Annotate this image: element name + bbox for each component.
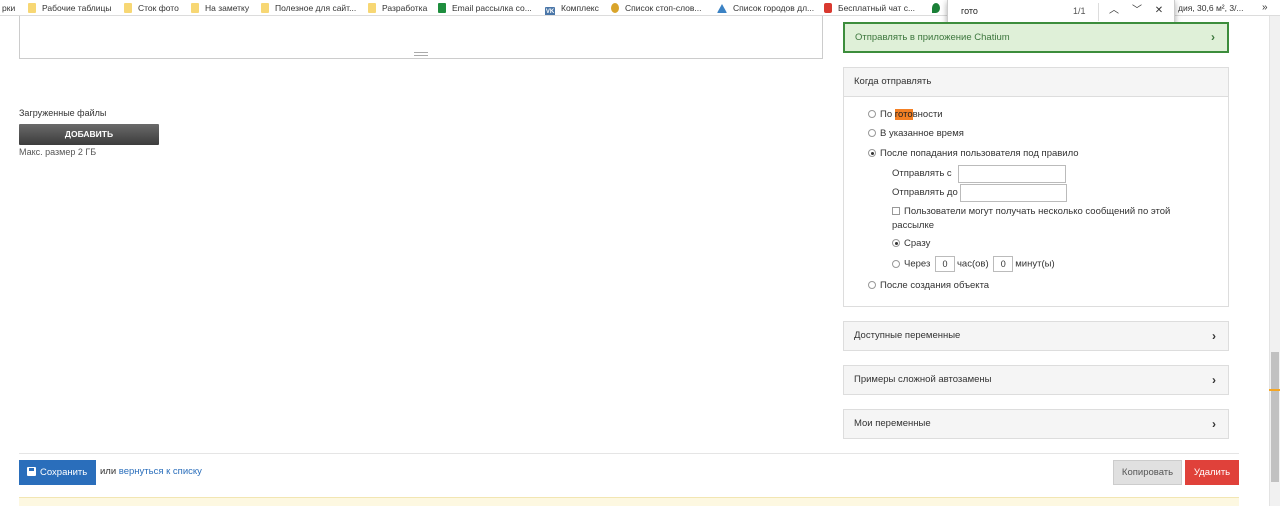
folder-icon [28,3,36,13]
find-next-icon[interactable]: ﹀ [1129,3,1145,19]
bookmark-folder-work-sheets[interactable]: Рабочие таблицы [28,2,112,14]
when-to-send-title: Когда отправлять [844,68,1228,97]
bookmark-complex[interactable]: VK Комплекс [545,2,599,15]
chevron-right-icon: › [1212,329,1216,343]
footer-divider [19,453,1239,454]
bookmark-folder-dev[interactable]: Разработка [368,2,427,14]
delete-button[interactable]: Удалить [1185,460,1239,485]
my-variables-label: Мои переменные [854,418,931,429]
radio-icon[interactable] [892,259,900,268]
radio-icon[interactable] [868,281,876,289]
radio-icon[interactable] [868,110,876,118]
bookmarks-overflow-button[interactable]: » [1262,2,1268,14]
radio-icon[interactable] [868,129,876,137]
back-to-list-link[interactable]: вернуться к списку [119,466,202,477]
database-icon [611,3,619,13]
my-variables-panel[interactable]: Мои переменные › [843,409,1229,439]
uploaded-files-label: Загруженные файлы [19,108,107,118]
chevron-right-icon: › [1211,30,1215,44]
find-input[interactable]: гото [961,6,978,16]
chevron-right-icon: › [1212,373,1216,387]
max-size-hint: Макс. размер 2 ГБ [19,147,97,157]
floppy-disk-icon [27,467,36,476]
resize-grip-icon[interactable] [414,52,428,56]
find-match-count: 1/1 [1073,6,1086,16]
vk-icon: VK [545,7,555,15]
search-highlight: гото [894,109,913,120]
back-text: или вернуться к списку [100,466,202,477]
green-drop-icon [932,3,940,13]
scrollbar-thumb[interactable] [1271,352,1279,482]
folder-icon [261,3,269,13]
chevron-right-icon: › [1212,417,1216,431]
bookmark-folder-notes[interactable]: На заметку [191,2,249,14]
option-when-ready[interactable]: По готовности [868,109,943,120]
send-from-input[interactable] [958,165,1066,183]
checkbox-icon[interactable] [892,207,900,215]
chat-icon [824,3,832,13]
bookmark-cities[interactable]: Список городов дл... [717,2,814,14]
option-specified-time[interactable]: В указанное время [868,128,964,139]
bookmark-item[interactable]: рки [2,2,15,14]
bookmark-apartment[interactable]: дия, 30,6 м², 3/... [1178,2,1244,14]
sheets-icon [438,3,446,13]
radio-selected-icon[interactable] [868,149,876,157]
send-to-input[interactable] [960,184,1067,202]
replacement-examples-label: Примеры сложной автозамены [854,374,992,385]
find-result-marker [1269,389,1280,391]
option-after-rule[interactable]: После попадания пользователя под правило [868,148,1079,159]
bookmark-stopwords[interactable]: Список стоп-слов... [611,2,701,14]
option-after-delay[interactable]: Через 0 час(ов) 0 минут(ы) [892,256,1055,273]
option-immediately[interactable]: Сразу [892,238,930,249]
chatium-panel-label: Отправлять в приложение Chatium [855,32,1010,43]
copy-button[interactable]: Копировать [1113,460,1182,485]
bookmark-email[interactable]: Email рассылка со... [438,2,532,14]
bookmark-chat[interactable]: Бесплатный чат с... [824,2,915,14]
chatium-panel[interactable]: Отправлять в приложение Chatium › [843,22,1229,53]
save-button[interactable]: Сохранить [19,460,96,485]
send-to-label: Отправлять до [892,187,958,198]
available-variables-panel[interactable]: Доступные переменные › [843,321,1229,351]
find-divider [1098,3,1099,21]
send-from-label: Отправлять с [892,168,952,179]
folder-icon [124,3,132,13]
bookmark-green[interactable] [932,2,946,14]
add-file-button[interactable]: ДОБАВИТЬ [19,124,159,145]
bookmark-folder-stock-photo[interactable]: Сток фото [124,2,179,14]
option-multiple-messages[interactable]: Пользователи могут получать несколько со… [892,205,1192,233]
triangle-icon [717,4,727,13]
find-prev-icon[interactable]: ︿ [1106,3,1122,19]
available-variables-label: Доступные переменные [854,330,961,341]
option-after-object-created[interactable]: После создания объекта [868,280,989,291]
minutes-input[interactable]: 0 [993,256,1014,272]
text-editor-area[interactable] [19,16,823,59]
replacement-examples-panel[interactable]: Примеры сложной автозамены › [843,365,1229,395]
find-close-icon[interactable]: ✕ [1151,3,1167,19]
bookmark-folder-useful[interactable]: Полезное для сайт... [261,2,356,14]
radio-selected-icon[interactable] [892,239,900,247]
notice-bar [19,497,1239,506]
hours-input[interactable]: 0 [934,256,955,272]
folder-icon [191,3,199,13]
folder-icon [368,3,376,13]
